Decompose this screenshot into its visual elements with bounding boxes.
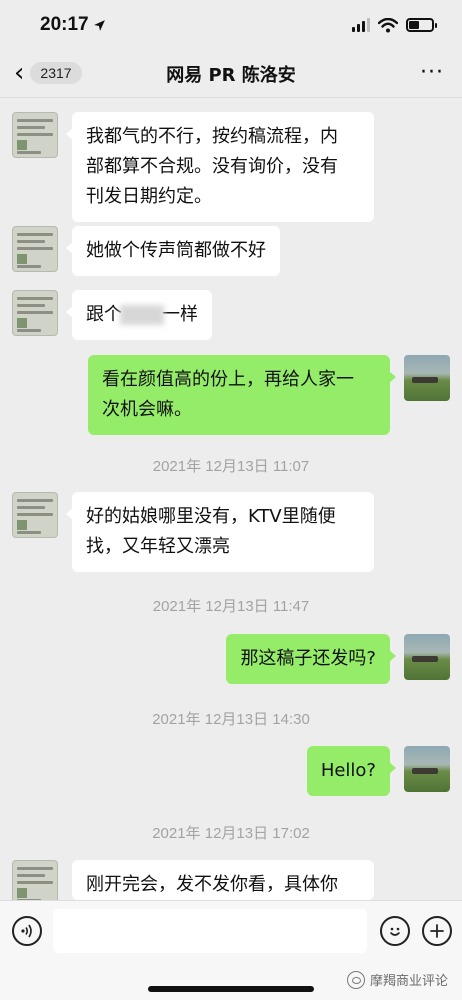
contact-avatar[interactable] [12,290,58,336]
back-button[interactable]: ‹ 2317 [14,60,82,86]
voice-icon[interactable] [12,916,42,946]
redacted-text [120,305,164,325]
battery-level [409,21,419,29]
chat-header: ‹ 2317 网易 PR 陈洛安 ··· [0,50,462,98]
message-input[interactable] [53,909,367,953]
message-timestamp: 2021年 12月13日 17:02 [152,825,310,842]
message-incoming: 她做个传声筒都做不好 [12,226,280,276]
unread-count-badge: 2317 [30,62,82,84]
message-timestamp: 2021年 12月13日 14:30 [152,711,310,728]
message-bubble[interactable]: 看在颜值高的份上，再给人家一 次机会嘛。 [88,355,396,435]
message-bubble[interactable]: 好的姑娘哪里没有，KTV里随便 找，又年轻又漂亮 [66,492,374,572]
self-avatar[interactable] [404,634,450,680]
message-outgoing: Hello? [306,746,450,796]
message-line: 看在颜值高的份上，再给人家一 [102,369,354,390]
message-line: 次机会嘛。 [102,399,192,420]
contact-avatar[interactable] [12,492,58,538]
message-timestamp: 2021年 12月13日 11:07 [152,458,310,475]
self-avatar[interactable] [404,355,450,401]
status-time: 20:17 [40,14,89,35]
message-bubble[interactable]: 跟个 一样 [66,290,212,340]
status-clock: 20:17 [40,14,106,36]
message-bubble[interactable]: 刚开完会，发不发你看，具体你 [72,860,374,900]
plus-icon[interactable] [422,916,452,946]
message-line: 好的姑娘哪里没有，KTV里随便 [86,506,336,527]
contact-avatar[interactable] [12,112,58,158]
message-text: 跟个 [86,304,122,325]
wechat-logo-icon [346,970,365,989]
plus-sign-icon [430,924,444,938]
smiley-face-icon [390,927,400,936]
message-timestamp: 2021年 12月13日 11:47 [152,598,310,615]
battery-icon [406,18,437,32]
message-line: Hello? [320,760,376,781]
status-bar: 20:17 [0,0,462,50]
location-arrow-icon [93,19,105,31]
message-bubble[interactable]: Hello? [306,746,397,796]
message-bubble[interactable]: 我都气的不行，按约稿流程，内 部都算不合规。没有询价，没有 刊发日期约定。 [66,112,374,222]
message-line: 找，又年轻又漂亮 [86,536,230,557]
message-line: 那这稿子还发吗? [240,648,376,669]
watermark-text: 摩羯商业评论 [369,974,448,989]
message-line: 刊发日期约定。 [86,186,212,207]
message-outgoing: 那这稿子还发吗? [226,634,450,684]
status-icons [352,17,437,33]
message-text: 一样 [162,304,198,325]
watermark: 摩羯商业评论 [346,970,448,989]
cellular-signal-icon [352,18,370,32]
message-line: 刚开完会，发不发你看，具体你 [86,874,338,895]
message-incoming: 我都气的不行，按约稿流程，内 部都算不合规。没有询价，没有 刊发日期约定。 [12,112,374,222]
message-incoming: 好的姑娘哪里没有，KTV里随便 找，又年轻又漂亮 [12,492,374,572]
ellipsis-icon[interactable]: ··· [420,60,444,85]
message-bubble[interactable]: 那这稿子还发吗? [226,634,396,684]
wifi-icon [378,17,398,32]
message-incoming: 跟个 一样 [12,290,212,340]
chevron-left-icon: ‹ [14,58,25,88]
message-line: 她做个传声筒都做不好 [86,240,266,261]
voice-wave-icon [21,924,32,938]
emoji-icon[interactable] [380,916,410,946]
self-avatar[interactable] [404,746,450,792]
home-indicator [148,986,314,992]
message-bubble[interactable]: 她做个传声筒都做不好 [66,226,280,276]
message-line: 我都气的不行，按约稿流程，内 [86,126,338,147]
message-outgoing: 看在颜值高的份上，再给人家一 次机会嘛。 [88,355,450,435]
message-line: 部都算不合规。没有询价，没有 [86,156,338,177]
contact-avatar[interactable] [12,226,58,272]
chat-title: 网易 PR 陈洛安 [166,64,296,86]
